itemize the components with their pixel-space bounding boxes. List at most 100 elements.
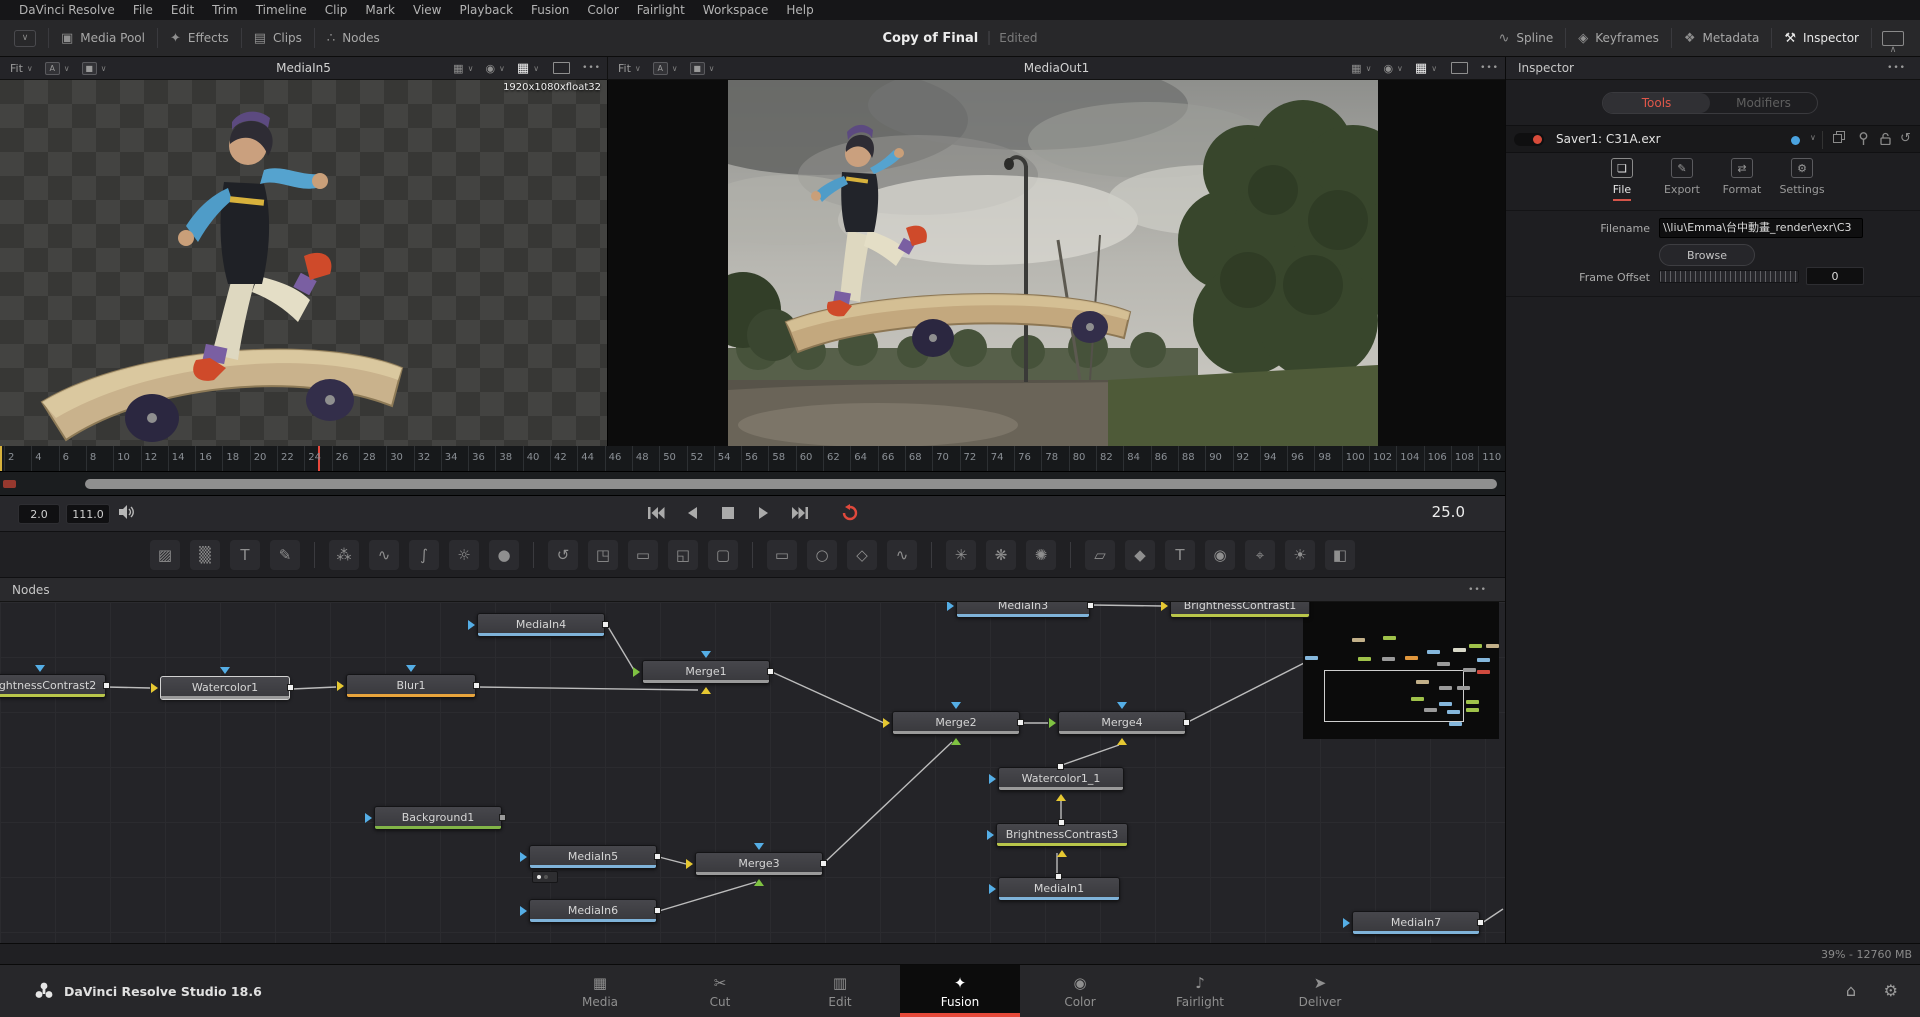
go-to-end-button[interactable] [789, 502, 811, 524]
in-point-field[interactable]: 2.0 [18, 504, 60, 524]
output-port-icon[interactable] [654, 853, 661, 860]
loop-button[interactable] [839, 502, 861, 524]
media-pool-button[interactable]: ▣Media Pool [49, 20, 157, 56]
menu-help[interactable]: Help [777, 3, 822, 17]
page-tab-cut[interactable]: ✂Cut [660, 965, 780, 1017]
node-mediain7[interactable]: MediaIn7 [1352, 911, 1480, 935]
input-port-icon[interactable] [987, 830, 994, 840]
nodes-options-button[interactable]: ••• [1468, 585, 1487, 595]
output-port-icon[interactable] [287, 684, 294, 691]
fast-noise-icon[interactable]: ▒ [190, 540, 220, 570]
input-port-icon[interactable] [701, 687, 711, 694]
input-port-icon[interactable] [1343, 918, 1350, 928]
page-tab-color[interactable]: ◉Color [1020, 965, 1140, 1017]
dve-icon[interactable]: ◳ [588, 540, 618, 570]
node-mediain6[interactable]: MediaIn6 [529, 899, 657, 923]
output-port-icon[interactable] [820, 860, 827, 867]
tab-modifiers[interactable]: Modifiers [1710, 93, 1817, 113]
polygon-mask-icon[interactable]: ◇ [847, 540, 877, 570]
input-port-icon[interactable] [1117, 702, 1127, 709]
spline-button[interactable]: ∿Spline [1486, 20, 1565, 56]
color-curves-icon[interactable]: ∿ [369, 540, 399, 570]
node-graph-minimap[interactable] [1303, 602, 1499, 739]
out-point-field[interactable]: 111.0 [66, 504, 110, 524]
particle-emitter-icon[interactable]: ✳ [946, 540, 976, 570]
input-port-icon[interactable] [1117, 738, 1127, 745]
input-port-icon[interactable] [220, 667, 230, 674]
page-tab-deliver[interactable]: ➤Deliver [1260, 965, 1380, 1017]
text-3d-icon[interactable]: T [1165, 540, 1195, 570]
output-port-icon[interactable] [654, 907, 661, 914]
left-viewer[interactable]: 1920x1080xfloat32 [0, 80, 608, 446]
input-port-icon[interactable] [947, 602, 954, 611]
roi-icon[interactable]: ▦ [1351, 62, 1361, 75]
input-port-icon[interactable] [633, 667, 640, 677]
audio-mute-button[interactable] [118, 504, 136, 524]
stop-button[interactable] [717, 502, 739, 524]
node-brightnesscontrast2[interactable]: BrightnessContrast2 [0, 674, 106, 698]
menu-file[interactable]: File [124, 3, 162, 17]
fill-select-icon[interactable]: ■ [82, 62, 97, 75]
input-port-icon[interactable] [951, 702, 961, 709]
particle-render-icon[interactable]: ✺ [1026, 540, 1056, 570]
text-plus-icon[interactable]: T [230, 540, 260, 570]
frame-format-icon[interactable] [553, 62, 570, 74]
spot-light-icon[interactable]: ☀ [1285, 540, 1315, 570]
menu-edit[interactable]: Edit [162, 3, 203, 17]
paint-icon[interactable]: ✎ [270, 540, 300, 570]
input-port-icon[interactable] [686, 859, 693, 869]
menu-playback[interactable]: Playback [450, 3, 522, 17]
inspector-options-button[interactable]: ••• [1887, 63, 1906, 73]
clips-button[interactable]: ▤Clips [242, 20, 314, 56]
merge-3d-icon[interactable]: ◉ [1205, 540, 1235, 570]
timeline-range-bar[interactable] [0, 472, 1505, 496]
menu-view[interactable]: View [404, 3, 450, 17]
input-port-icon[interactable] [406, 665, 416, 672]
menu-trim[interactable]: Trim [203, 3, 247, 17]
inspector-button[interactable]: ⚒Inspector [1772, 20, 1871, 56]
output-port-icon[interactable] [1057, 763, 1064, 770]
reset-icon[interactable]: ↺ [1900, 131, 1911, 146]
bspline-mask-icon[interactable]: ∿ [887, 540, 917, 570]
output-port-icon[interactable] [602, 621, 609, 628]
input-port-icon[interactable] [151, 683, 158, 693]
menu-fairlight[interactable]: Fairlight [628, 3, 694, 17]
checker-underlay-icon[interactable]: ▦ [517, 61, 529, 76]
play-button[interactable] [753, 502, 775, 524]
timeline-ruler[interactable]: 2468101214161820222426283032343638404244… [0, 446, 1505, 472]
output-port-icon[interactable] [1017, 719, 1024, 726]
node-graph[interactable]: BrightnessContrast2Watercolor1Blur1Media… [0, 602, 1505, 943]
effects-button[interactable]: ✦Effects [158, 20, 241, 56]
menu-workspace[interactable]: Workspace [694, 3, 778, 17]
crop-icon[interactable]: ▢ [708, 540, 738, 570]
input-port-icon[interactable] [754, 879, 764, 886]
subtab-settings[interactable]: ⚙Settings [1772, 158, 1832, 201]
minimap-viewport[interactable] [1324, 670, 1464, 722]
viewer-options-button[interactable]: ••• [582, 63, 601, 73]
image-plane-3d-icon[interactable]: ▱ [1085, 540, 1115, 570]
node-background1[interactable]: Background1 [374, 806, 502, 830]
zoom-select[interactable]: Fit [10, 62, 23, 75]
ellipse-mask-icon[interactable]: ○ [807, 540, 837, 570]
nodes-button[interactable]: ∴Nodes [315, 20, 392, 56]
frame-offset-thumbwheel[interactable] [1659, 270, 1799, 283]
subtab-file[interactable]: ❏File [1592, 158, 1652, 201]
checker-underlay-icon[interactable]: ▦ [1415, 61, 1427, 76]
input-port-icon[interactable] [1161, 602, 1168, 611]
node-merge3[interactable]: Merge3 [695, 852, 823, 876]
node-blur1[interactable]: Blur1 [346, 674, 476, 698]
input-port-icon[interactable] [951, 738, 961, 745]
particle-merge-icon[interactable]: ❋ [986, 540, 1016, 570]
pin-icon[interactable] [1858, 132, 1869, 148]
channel-select-icon[interactable]: A [653, 62, 668, 75]
letterbox-icon[interactable]: ▭ [628, 540, 658, 570]
keyframes-button[interactable]: ◈Keyframes [1566, 20, 1671, 56]
input-port-icon[interactable] [520, 852, 527, 862]
zoom-select[interactable]: Fit [618, 62, 631, 75]
input-port-icon[interactable] [989, 774, 996, 784]
subtab-export[interactable]: ✎Export [1652, 158, 1712, 201]
chevron-down-icon[interactable]: ∨ [1810, 133, 1816, 142]
node-watercolor1-1[interactable]: Watercolor1_1 [998, 767, 1124, 791]
node-mediain3[interactable]: MediaIn3 [956, 602, 1090, 618]
fill-select-icon[interactable]: ■ [690, 62, 705, 75]
